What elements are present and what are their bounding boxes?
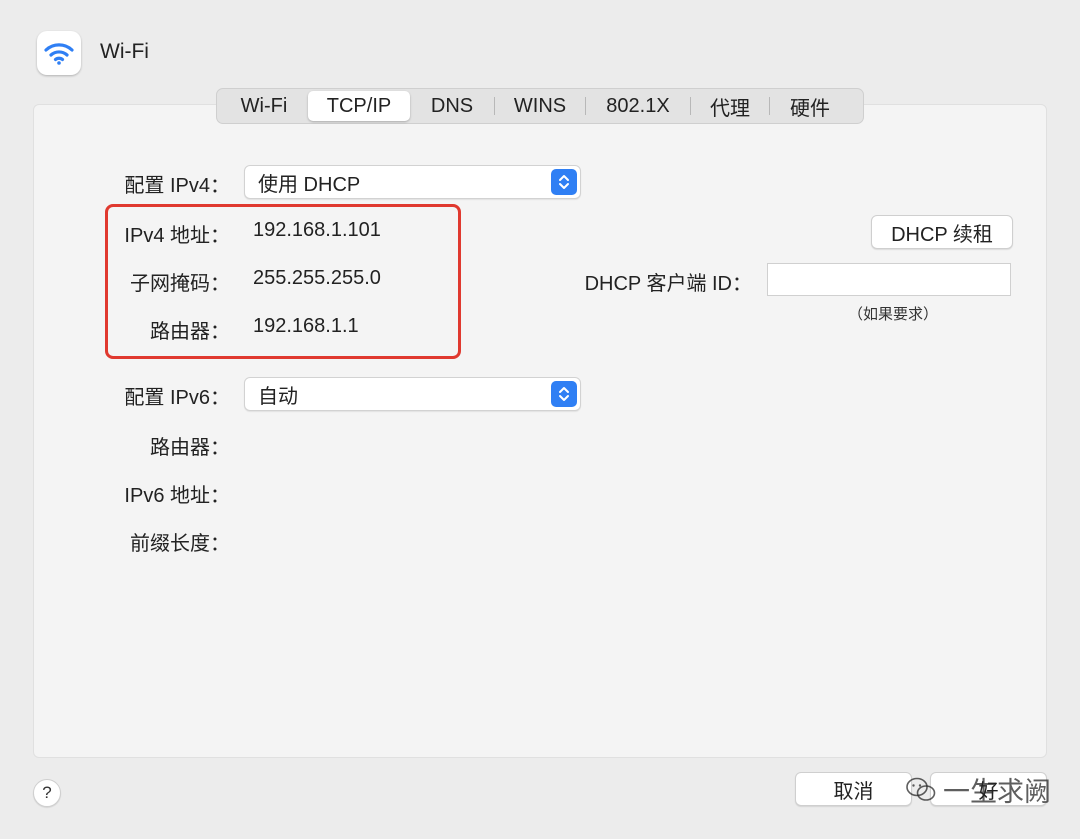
- tab-proxy[interactable]: 代理: [691, 91, 769, 121]
- tab-bar: Wi-Fi TCP/IP DNS WINS 802.1X 代理 硬件: [216, 88, 864, 124]
- configure-ipv6-select[interactable]: 自动: [244, 377, 581, 411]
- ipv4-address-label: IPv4 地址：: [124, 225, 230, 247]
- router-label: 路由器：: [150, 321, 230, 343]
- wechat-icon: [906, 777, 936, 801]
- configure-ipv6-value: 自动: [258, 385, 298, 408]
- configure-ipv4-select[interactable]: 使用 DHCP: [244, 165, 581, 199]
- subnet-mask-label: 子网掩码：: [130, 273, 230, 295]
- configure-ipv6-label: 配置 IPv6：: [124, 387, 230, 409]
- tab-hardware[interactable]: 硬件: [770, 91, 850, 121]
- network-settings-window: Wi-Fi Wi-Fi TCP/IP DNS WINS 802.1X 代理 硬件…: [0, 0, 1080, 839]
- tab-wins[interactable]: WINS: [495, 91, 585, 121]
- dhcp-client-id-field[interactable]: [767, 263, 1011, 296]
- dhcp-renew-button[interactable]: DHCP 续租: [871, 215, 1013, 249]
- cancel-button[interactable]: 取消: [795, 772, 912, 806]
- configure-ipv4-value: 使用 DHCP: [258, 173, 361, 196]
- configure-ipv4-label: 配置 IPv4：: [124, 175, 230, 197]
- ipv6-router-label: 路由器：: [150, 437, 230, 459]
- watermark: 一生求阙: [905, 770, 1051, 809]
- chevron-updown-icon: [551, 381, 577, 407]
- prefix-length-label: 前缀长度：: [130, 533, 230, 555]
- help-button[interactable]: ?: [33, 779, 61, 807]
- dhcp-client-id-label: DHCP 客户端 ID：: [584, 273, 752, 295]
- window-title: Wi-Fi: [100, 40, 149, 63]
- tab-wifi[interactable]: Wi-Fi: [220, 91, 308, 121]
- subnet-mask-value: 255.255.255.0: [253, 267, 381, 289]
- tab-tcpip[interactable]: TCP/IP: [308, 91, 410, 121]
- watermark-text: 一生求阙: [943, 777, 1051, 807]
- tab-8021x[interactable]: 802.1X: [586, 91, 690, 121]
- dhcp-client-id-hint: （如果要求）: [848, 306, 939, 323]
- ipv6-address-label: IPv6 地址：: [124, 485, 230, 507]
- tab-dns[interactable]: DNS: [410, 91, 494, 121]
- wifi-icon: [37, 31, 81, 75]
- ipv4-address-value: 192.168.1.101: [253, 219, 381, 241]
- chevron-updown-icon: [551, 169, 577, 195]
- router-value: 192.168.1.1: [253, 315, 359, 337]
